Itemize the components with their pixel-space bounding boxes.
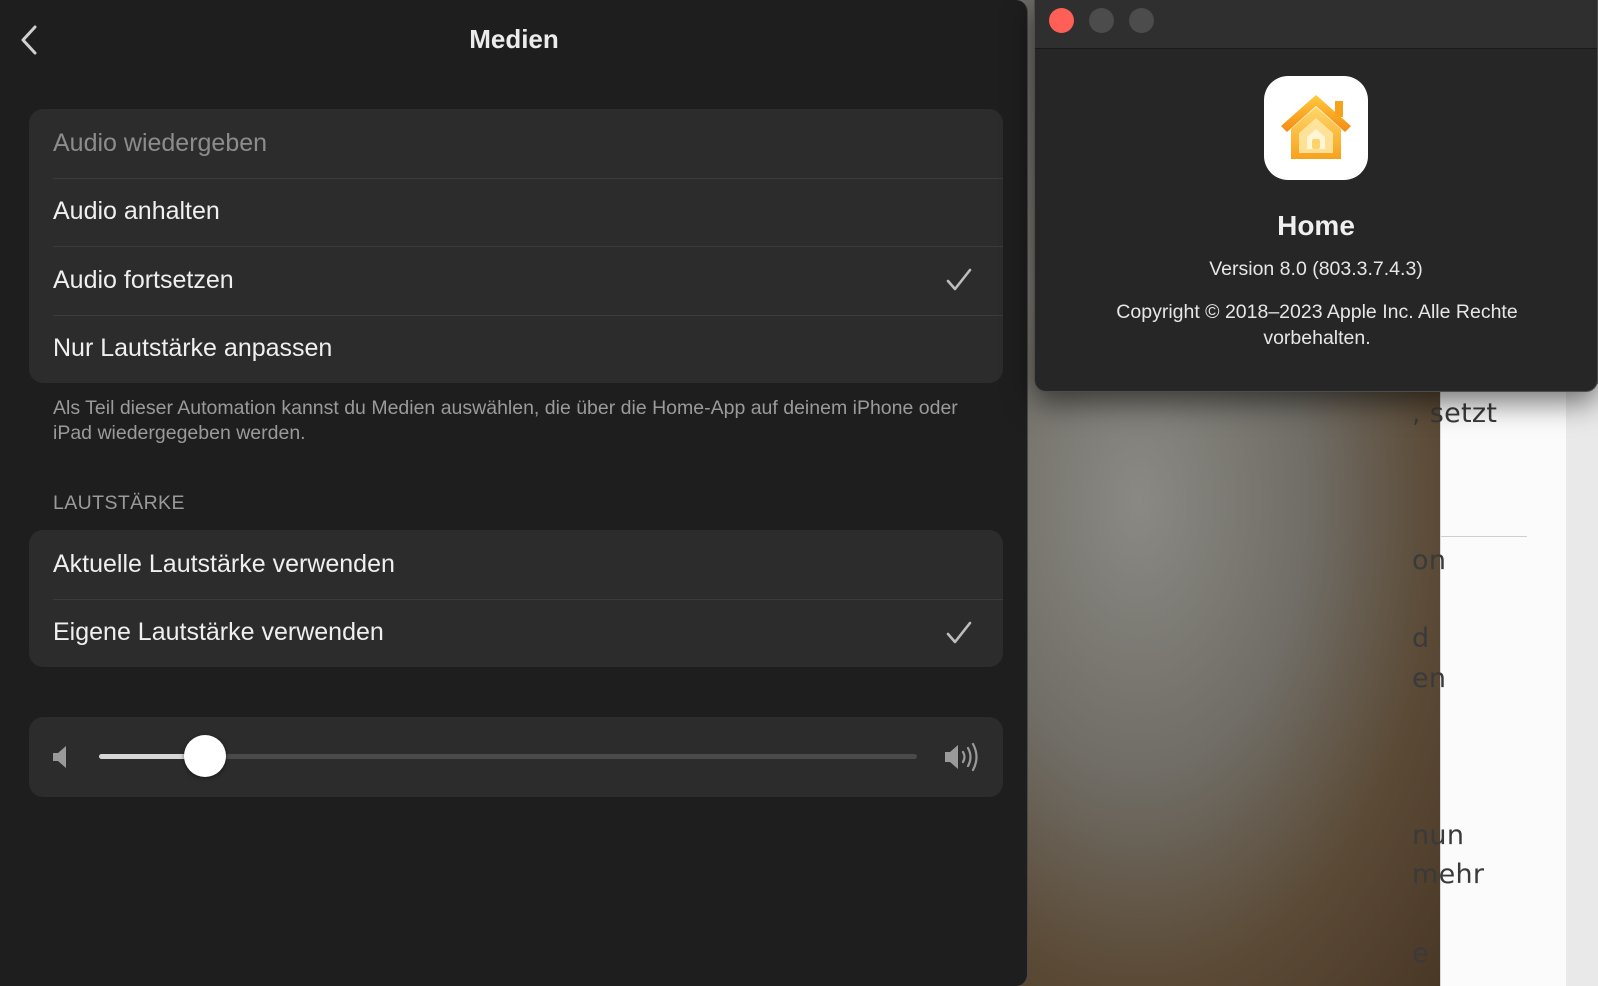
zoom-button[interactable]: [1129, 8, 1154, 33]
home-app-icon: [1264, 76, 1368, 180]
volume-slider[interactable]: [99, 735, 917, 777]
option-custom-volume[interactable]: Eigene Lautstärke verwenden: [29, 598, 1003, 668]
option-label: Audio wiedergeben: [53, 128, 268, 157]
volume-slider-panel: [29, 717, 1003, 797]
speaker-wave-icon: [943, 741, 983, 778]
option-label: Audio anhalten: [53, 197, 220, 226]
document-text: mehr: [1412, 859, 1485, 890]
speaker-icon: [51, 743, 73, 776]
volume-option-group: Aktuelle Lautstärke verwenden Eigene Lau…: [29, 530, 1003, 667]
about-home-window: Home Version 8.0 (803.3.7.4.3) Copyright…: [1034, 0, 1598, 392]
minimize-button[interactable]: [1089, 8, 1114, 33]
document-text: d: [1412, 623, 1430, 654]
option-label: Audio fortsetzen: [53, 265, 234, 294]
option-label: Eigene Lautstärke verwenden: [53, 618, 384, 647]
media-settings-window: Medien Audio wiedergeben Audio anhalten …: [0, 0, 1028, 986]
option-pause-audio[interactable]: Audio anhalten: [29, 177, 1003, 247]
media-action-group: Audio wiedergeben Audio anhalten Audio f…: [29, 109, 1003, 383]
option-resume-audio[interactable]: Audio fortsetzen: [29, 246, 1003, 315]
document-text: e: [1412, 938, 1429, 969]
close-button[interactable]: [1049, 8, 1074, 33]
navigation-bar: Medien: [0, 0, 1028, 84]
title-bar: [1035, 0, 1597, 49]
app-version: Version 8.0 (803.3.7.4.3): [1209, 258, 1423, 280]
option-adjust-volume-only[interactable]: Nur Lautstärke anpassen: [29, 314, 1003, 384]
app-name: Home: [1277, 210, 1355, 241]
background-document: [1440, 384, 1566, 986]
option-current-volume[interactable]: Aktuelle Lautstärke verwenden: [29, 530, 1003, 599]
option-label: Aktuelle Lautstärke verwenden: [53, 549, 395, 578]
volume-section-header: LAUTSTÄRKE: [53, 492, 185, 514]
blurred-window: [1010, 380, 1440, 986]
document-text: on: [1412, 545, 1447, 576]
checkmark-icon: [945, 266, 973, 294]
checkmark-icon: [945, 619, 973, 647]
media-footnote: Als Teil dieser Automation kannst du Med…: [53, 397, 958, 444]
document-rule: [1441, 536, 1527, 537]
document-text: , setzt: [1412, 398, 1498, 429]
document-edge: [1566, 384, 1598, 986]
document-text: nun: [1412, 820, 1465, 851]
option-label: Nur Lautstärke anpassen: [53, 334, 333, 363]
volume-slider-thumb[interactable]: [184, 735, 227, 777]
document-text: en: [1412, 663, 1447, 694]
page-title: Medien: [469, 24, 559, 54]
app-copyright: Copyright © 2018–2023 Apple Inc. Alle Re…: [1116, 301, 1518, 349]
option-play-audio[interactable]: Audio wiedergeben: [29, 109, 1003, 178]
